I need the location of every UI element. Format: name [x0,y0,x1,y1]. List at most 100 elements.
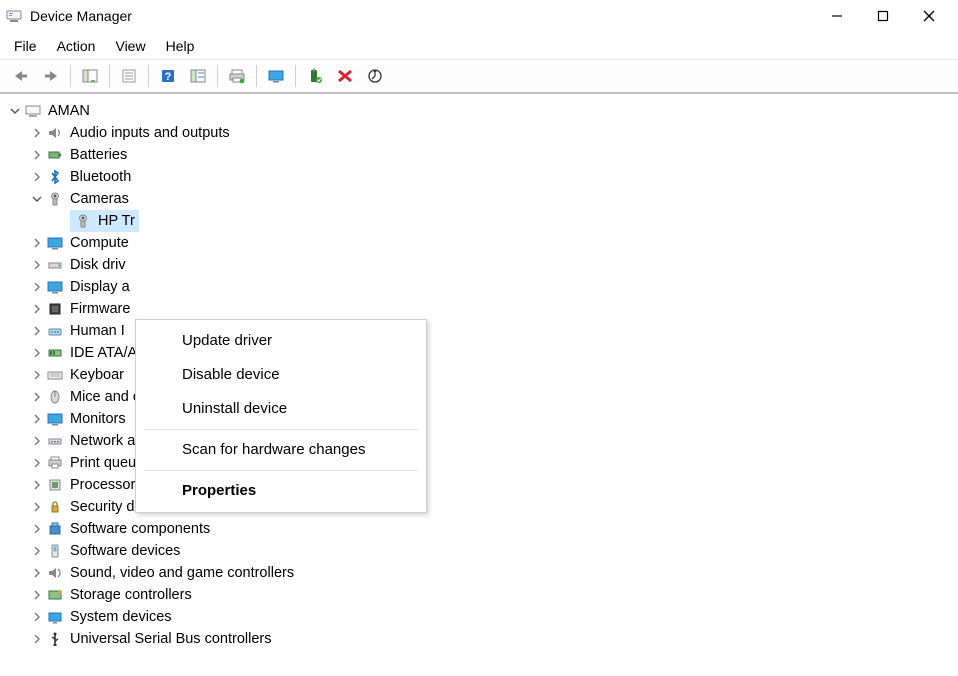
ctx-scan-hardware[interactable]: Scan for hardware changes [136,433,426,467]
tree-node-label: IDE ATA/A [70,342,137,364]
chevron-right-icon[interactable] [30,588,44,602]
cpu-icon [46,476,64,494]
tree-node[interactable]: Audio inputs and outputs [4,122,958,144]
properties-sheet-button[interactable] [115,63,143,89]
chevron-right-icon[interactable] [30,148,44,162]
tree-node-label: Storage controllers [70,584,192,606]
keyboard-icon [46,366,64,384]
chevron-right-icon[interactable] [30,302,44,316]
close-button[interactable] [906,0,952,32]
chevron-right-icon[interactable] [30,610,44,624]
chevron-right-icon[interactable] [30,544,44,558]
chevron-right-icon[interactable] [30,170,44,184]
tree-node[interactable]: Software components [4,518,958,540]
tree-node-label: Sound, video and game controllers [70,562,294,584]
minimize-button[interactable] [814,0,860,32]
toolbar-separator [295,65,296,87]
chevron-down-icon[interactable] [8,104,22,118]
monitor-icon [46,234,64,252]
system-icon [46,608,64,626]
chevron-right-icon[interactable] [30,522,44,536]
chevron-right-icon[interactable] [30,126,44,140]
chevron-right-icon[interactable] [30,412,44,426]
tree-node-label: System devices [70,606,172,628]
ctx-uninstall-device[interactable]: Uninstall device [136,392,426,426]
selected-node[interactable]: HP Tr [70,210,139,232]
tree-root-node[interactable]: AMAN [4,100,958,122]
chevron-right-icon[interactable] [30,434,44,448]
tree-node[interactable]: Sound, video and game controllers [4,562,958,584]
toolbar-separator [256,65,257,87]
tree-node[interactable]: Software devices [4,540,958,562]
back-button[interactable] [7,63,35,89]
sound-icon [46,564,64,582]
display-button[interactable] [262,63,290,89]
audio-icon [46,124,64,142]
toolbar-separator [109,65,110,87]
ide-icon [46,344,64,362]
print-button[interactable] [223,63,251,89]
tree-node[interactable]: HP Tr [4,210,958,232]
toolbar: ? [0,60,958,94]
monitor-icon [46,278,64,296]
menu-file[interactable]: File [4,35,47,57]
maximize-button[interactable] [860,0,906,32]
tree-node[interactable]: Compute [4,232,958,254]
chevron-right-icon[interactable] [30,258,44,272]
chevron-right-icon[interactable] [30,478,44,492]
chevron-right-icon[interactable] [30,456,44,470]
tree-node[interactable]: Disk driv [4,254,958,276]
chevron-right-icon[interactable] [30,368,44,382]
menu-view[interactable]: View [105,35,155,57]
chevron-right-icon[interactable] [30,566,44,580]
help-button[interactable]: ? [154,63,182,89]
tree-node-label: Cameras [70,188,129,210]
tree-node-label: Firmware [70,298,130,320]
app-icon [6,8,22,24]
tree-node[interactable]: Storage controllers [4,584,958,606]
tree-node-label: Disk driv [70,254,126,276]
tree-node[interactable]: Display a [4,276,958,298]
device-tree[interactable]: AMAN Audio inputs and outputsBatteriesBl… [0,94,958,656]
tree-node[interactable]: Bluetooth [4,166,958,188]
chevron-right-icon[interactable] [30,346,44,360]
tree-node-label: Compute [70,232,129,254]
tree-node-label: Software devices [70,540,180,562]
chevron-right-icon[interactable] [30,324,44,338]
console-tree-button[interactable] [76,63,104,89]
action-center-button[interactable] [184,63,212,89]
menu-action[interactable]: Action [47,35,106,57]
forward-button[interactable] [37,63,65,89]
security-icon [46,498,64,516]
chevron-right-icon[interactable] [30,280,44,294]
ctx-update-driver[interactable]: Update driver [136,324,426,358]
tree-node-label: Software components [70,518,210,540]
ctx-properties[interactable]: Properties [136,474,426,508]
chevron-right-icon[interactable] [30,236,44,250]
scan-hardware-button[interactable] [361,63,389,89]
install-device-button[interactable] [301,63,329,89]
chevron-right-icon[interactable] [30,390,44,404]
menu-help[interactable]: Help [156,35,205,57]
toolbar-separator [148,65,149,87]
tree-node[interactable]: Universal Serial Bus controllers [4,628,958,650]
chevron-right-icon[interactable] [30,632,44,646]
printer-icon [46,454,64,472]
svg-text:?: ? [165,71,172,83]
network-icon [46,432,64,450]
tree-node-label: Keyboar [70,364,124,386]
ctx-separator [144,470,418,471]
tree-node[interactable]: System devices [4,606,958,628]
tree-node[interactable]: Firmware [4,298,958,320]
uninstall-device-button[interactable] [331,63,359,89]
chevron-down-icon[interactable] [30,192,44,206]
tree-node[interactable]: Cameras [4,188,958,210]
camera-icon [46,190,64,208]
disk-icon [46,256,64,274]
usb-icon [46,630,64,648]
tree-node-label: Monitors [70,408,126,430]
tree-node[interactable]: Batteries [4,144,958,166]
hid-icon [46,322,64,340]
chevron-right-icon[interactable] [30,500,44,514]
ctx-disable-device[interactable]: Disable device [136,358,426,392]
